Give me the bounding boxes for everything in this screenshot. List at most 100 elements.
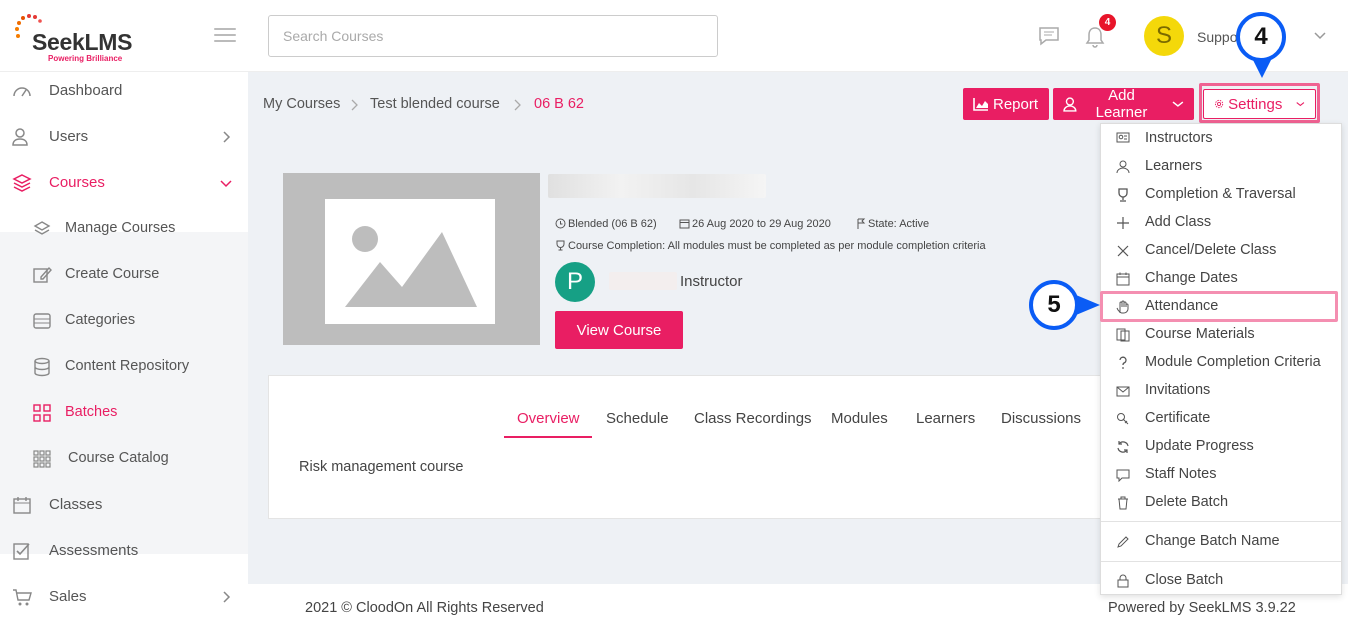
menu-item-change-dates[interactable]: Change Dates [1101, 265, 1341, 293]
tab-modules[interactable]: Modules [831, 410, 888, 427]
mail-icon [1116, 386, 1130, 397]
course-type: Blended (06 B 62) [555, 218, 657, 230]
chevron-right-icon [514, 99, 521, 111]
tab-learners[interactable]: Learners [916, 410, 975, 427]
menu-separator [1101, 561, 1341, 562]
breadcrumb-item[interactable]: My Courses [263, 96, 340, 112]
sidebar-item-manage-courses[interactable]: Manage Courses [0, 206, 248, 252]
sidebar-item-label: Course Catalog [68, 450, 169, 466]
callout-pointer-icon [1076, 295, 1100, 315]
add-learner-button[interactable]: Add Learner [1053, 87, 1194, 121]
logo-tagline: Powering Brilliance [48, 54, 123, 63]
question-icon [1119, 356, 1127, 369]
breadcrumb-current: 06 B 62 [534, 96, 584, 112]
chevron-right-icon [223, 591, 231, 603]
menu-item-learners[interactable]: Learners [1101, 153, 1341, 181]
tab-overview[interactable]: Overview [517, 410, 580, 427]
tab-discussions[interactable]: Discussions [1001, 410, 1081, 427]
sidebar-item-content-repository[interactable]: Content Repository [0, 344, 248, 390]
step-5-callout: 5 [1029, 280, 1079, 330]
chevron-right-icon [223, 131, 231, 143]
course-description: Risk management course [299, 459, 464, 475]
sidebar-item-courses[interactable]: Courses [0, 160, 248, 206]
menu-item-completion-traversal[interactable]: Completion & Traversal [1101, 181, 1341, 209]
tab-schedule[interactable]: Schedule [606, 410, 669, 427]
sidebar-item-sales[interactable]: Sales [0, 574, 248, 620]
logo[interactable]: SeekLMS Powering Brilliance [12, 12, 132, 64]
sidebar-item-classes[interactable]: Classes [0, 482, 248, 528]
menu-item-course-materials[interactable]: Course Materials [1101, 321, 1341, 349]
chevron-down-icon[interactable] [1313, 31, 1327, 41]
settings-highlight [1199, 83, 1320, 123]
sidebar-item-assessments[interactable]: Assessments [0, 528, 248, 574]
pencil-icon [1117, 536, 1129, 548]
menu-item-certificate[interactable]: Certificate [1101, 405, 1341, 433]
sidebar-item-users[interactable]: Users [0, 114, 248, 160]
instructors-icon [1116, 132, 1130, 143]
materials-icon [1116, 328, 1130, 342]
menu-separator [1101, 521, 1341, 522]
hamburger-menu-icon[interactable] [214, 28, 236, 44]
report-label: Report [993, 95, 1039, 113]
trophy-icon [556, 240, 565, 251]
edit-icon [33, 266, 52, 283]
course-tabs-panel [268, 375, 1118, 519]
report-button[interactable]: Report [963, 88, 1049, 120]
sidebar-item-label: Assessments [49, 542, 139, 559]
notes-icon [1116, 469, 1130, 482]
menu-item-cancel-delete-class[interactable]: Cancel/Delete Class [1101, 237, 1341, 265]
clock-icon [555, 218, 566, 229]
sidebar-item-label: Dashboard [49, 82, 123, 99]
menu-item-module-completion-criteria[interactable]: Module Completion Criteria [1101, 349, 1341, 377]
sidebar-item-label: Sales [49, 588, 87, 605]
search-input[interactable] [268, 15, 718, 57]
certificate-icon [1117, 413, 1129, 425]
learners-icon [1116, 160, 1130, 174]
sidebar-item-course-catalog[interactable]: Course Catalog [0, 436, 248, 482]
menu-item-instructors[interactable]: Instructors [1101, 125, 1341, 153]
calendar-icon [679, 219, 690, 229]
tab-class-recordings[interactable]: Class Recordings [694, 410, 812, 427]
breadcrumb-item[interactable]: Test blended course [370, 96, 500, 112]
chevron-down-icon [220, 180, 232, 188]
view-course-button[interactable]: View Course [555, 311, 683, 349]
instructor-name-redacted [609, 272, 677, 290]
menu-item-delete-batch[interactable]: Delete Batch [1101, 489, 1341, 517]
sidebar-item-label: Content Repository [65, 358, 190, 374]
menu-item-close-batch[interactable]: Close Batch [1101, 567, 1341, 595]
layers-icon [33, 221, 51, 235]
menu-item-staff-notes[interactable]: Staff Notes [1101, 461, 1341, 489]
layers-icon [12, 174, 32, 192]
top-bar: SeekLMS Powering Brilliance 4 S Suppo n [0, 0, 1348, 72]
app-root: SeekLMS Powering Brilliance 4 S Suppo n … [0, 0, 1348, 630]
footer-copyright: 2021 © CloodOn All Rights Reserved [305, 600, 544, 616]
users-icon [12, 128, 28, 146]
calendar-icon [13, 497, 31, 514]
attendance-highlight [1100, 291, 1338, 322]
course-state: State: Active [856, 218, 929, 230]
chat-icon[interactable] [1038, 26, 1060, 46]
menu-item-update-progress[interactable]: Update Progress [1101, 433, 1341, 461]
categories-icon [33, 313, 51, 329]
footer-powered-by: Powered by SeekLMS 3.9.22 [1108, 600, 1296, 616]
add-learner-label: Add Learner [1095, 87, 1148, 121]
menu-item-change-batch-name[interactable]: Change Batch Name [1101, 528, 1341, 556]
chevron-right-icon [351, 99, 358, 111]
sidebar-item-dashboard[interactable]: Dashboard [0, 68, 248, 114]
gauge-icon [13, 87, 31, 97]
sidebar-item-batches[interactable]: Batches [0, 390, 248, 436]
sidebar-item-categories[interactable]: Categories [0, 298, 248, 344]
sidebar-item-label: Users [49, 128, 89, 145]
cart-icon [13, 589, 32, 606]
flag-icon [857, 218, 866, 229]
menu-item-invitations[interactable]: Invitations [1101, 377, 1341, 405]
plus-icon [1117, 217, 1129, 229]
database-icon [34, 357, 50, 377]
course-title-redacted [548, 174, 766, 198]
chevron-down-icon [1172, 101, 1184, 107]
grid-icon [33, 404, 51, 422]
menu-item-add-class[interactable]: Add Class [1101, 209, 1341, 237]
sidebar-item-create-course[interactable]: Create Course [0, 252, 248, 298]
user-avatar[interactable]: S [1144, 16, 1184, 56]
course-dates: 26 Aug 2020 to 29 Aug 2020 [679, 218, 831, 230]
